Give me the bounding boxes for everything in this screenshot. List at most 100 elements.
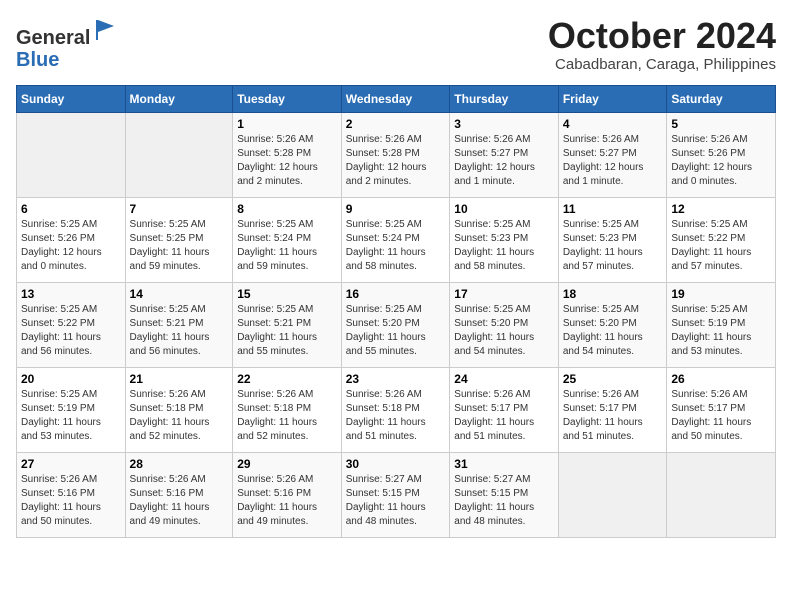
day-number: 6 [21, 202, 121, 216]
day-number: 18 [563, 287, 663, 301]
weekday-header-wednesday: Wednesday [341, 85, 450, 112]
calendar-week-row: 27 Sunrise: 5:26 AM Sunset: 5:16 PM Dayli… [17, 452, 776, 537]
day-number: 11 [563, 202, 663, 216]
day-info: Sunrise: 5:25 AM Sunset: 5:24 PM Dayligh… [237, 218, 337, 274]
day-info: Sunrise: 5:26 AM Sunset: 5:17 PM Dayligh… [563, 388, 663, 444]
day-number: 27 [21, 457, 121, 471]
day-info: Sunrise: 5:25 AM Sunset: 5:19 PM Dayligh… [21, 388, 121, 444]
calendar-cell: 31 Sunrise: 5:27 AM Sunset: 5:15 PM Dayli… [450, 452, 559, 537]
calendar-table: SundayMondayTuesdayWednesdayThursdayFrid… [16, 85, 776, 538]
day-number: 12 [671, 202, 771, 216]
day-info: Sunrise: 5:26 AM Sunset: 5:28 PM Dayligh… [346, 133, 446, 189]
calendar-cell: 29Sunrise: 5:26 AM Sunset: 5:16 PM Dayli… [233, 452, 342, 537]
day-number: 28 [130, 457, 229, 471]
day-info: Sunrise: 5:27 AM Sunset: 5:15 PM Dayligh… [454, 473, 554, 529]
calendar-cell: 17 Sunrise: 5:25 AM Sunset: 5:20 PM Dayli… [450, 282, 559, 367]
calendar-cell: 19 Sunrise: 5:25 AM Sunset: 5:19 PM Dayli… [667, 282, 776, 367]
day-number: 17 [454, 287, 554, 301]
day-info: Sunrise: 5:25 AM Sunset: 5:19 PM Dayligh… [671, 303, 771, 359]
day-number: 25 [563, 372, 663, 386]
day-info: Sunrise: 5:27 AM Sunset: 5:15 PM Dayligh… [346, 473, 446, 529]
day-number: 24 [454, 372, 554, 386]
calendar-cell: 24 Sunrise: 5:26 AM Sunset: 5:17 PM Dayli… [450, 367, 559, 452]
calendar-week-row: 13Sunrise: 5:25 AM Sunset: 5:22 PM Dayli… [17, 282, 776, 367]
day-info: Sunrise: 5:26 AM Sunset: 5:27 PM Dayligh… [454, 133, 554, 189]
day-number: 7 [130, 202, 229, 216]
calendar-cell: 7 Sunrise: 5:25 AM Sunset: 5:25 PM Daylig… [125, 197, 233, 282]
day-info: Sunrise: 5:25 AM Sunset: 5:24 PM Dayligh… [346, 218, 446, 274]
calendar-cell: 26 Sunrise: 5:26 AM Sunset: 5:17 PM Dayli… [667, 367, 776, 452]
logo: General Blue [16, 16, 120, 71]
calendar-cell [667, 452, 776, 537]
day-number: 16 [346, 287, 446, 301]
day-number: 19 [671, 287, 771, 301]
weekday-header-friday: Friday [558, 85, 667, 112]
weekday-header-monday: Monday [125, 85, 233, 112]
weekday-header-thursday: Thursday [450, 85, 559, 112]
weekday-header-sunday: Sunday [17, 85, 126, 112]
day-number: 5 [671, 117, 771, 131]
calendar-cell: 15 Sunrise: 5:25 AM Sunset: 5:21 PM Dayli… [233, 282, 342, 367]
day-info: Sunrise: 5:25 AM Sunset: 5:20 PM Dayligh… [563, 303, 663, 359]
calendar-cell: 5Sunrise: 5:26 AM Sunset: 5:26 PM Daylig… [667, 112, 776, 197]
day-number: 26 [671, 372, 771, 386]
day-number: 22 [237, 372, 337, 386]
day-number: 30 [346, 457, 446, 471]
calendar-cell: 1Sunrise: 5:26 AM Sunset: 5:28 PM Daylig… [233, 112, 342, 197]
calendar-cell: 16 Sunrise: 5:25 AM Sunset: 5:20 PM Dayli… [341, 282, 450, 367]
day-info: Sunrise: 5:25 AM Sunset: 5:23 PM Dayligh… [563, 218, 663, 274]
weekday-header-row: SundayMondayTuesdayWednesdayThursdayFrid… [17, 85, 776, 112]
calendar-cell: 8 Sunrise: 5:25 AM Sunset: 5:24 PM Daylig… [233, 197, 342, 282]
day-info: Sunrise: 5:25 AM Sunset: 5:23 PM Dayligh… [454, 218, 554, 274]
calendar-cell: 6Sunrise: 5:25 AM Sunset: 5:26 PM Daylig… [17, 197, 126, 282]
day-number: 31 [454, 457, 554, 471]
day-number: 21 [130, 372, 229, 386]
calendar-cell: 3 Sunrise: 5:26 AM Sunset: 5:27 PM Daylig… [450, 112, 559, 197]
logo-general-text: General [16, 27, 90, 49]
day-info: Sunrise: 5:26 AM Sunset: 5:17 PM Dayligh… [671, 388, 771, 444]
day-number: 8 [237, 202, 337, 216]
day-number: 10 [454, 202, 554, 216]
weekday-header-tuesday: Tuesday [233, 85, 342, 112]
calendar-cell: 18 Sunrise: 5:25 AM Sunset: 5:20 PM Dayli… [558, 282, 667, 367]
calendar-cell: 30 Sunrise: 5:27 AM Sunset: 5:15 PM Dayli… [341, 452, 450, 537]
day-info: Sunrise: 5:25 AM Sunset: 5:21 PM Dayligh… [237, 303, 337, 359]
logo-flag-icon [92, 16, 120, 44]
calendar-week-row: 20Sunrise: 5:25 AM Sunset: 5:19 PM Dayli… [17, 367, 776, 452]
calendar-cell: 14Sunrise: 5:25 AM Sunset: 5:21 PM Dayli… [125, 282, 233, 367]
calendar-cell: 28 Sunrise: 5:26 AM Sunset: 5:16 PM Dayli… [125, 452, 233, 537]
day-info: Sunrise: 5:25 AM Sunset: 5:25 PM Dayligh… [130, 218, 229, 274]
calendar-cell: 27Sunrise: 5:26 AM Sunset: 5:16 PM Dayli… [17, 452, 126, 537]
weekday-header-saturday: Saturday [667, 85, 776, 112]
day-info: Sunrise: 5:25 AM Sunset: 5:20 PM Dayligh… [346, 303, 446, 359]
calendar-cell: 23Sunrise: 5:26 AM Sunset: 5:18 PM Dayli… [341, 367, 450, 452]
calendar-week-row: 1Sunrise: 5:26 AM Sunset: 5:28 PM Daylig… [17, 112, 776, 197]
calendar-cell [125, 112, 233, 197]
day-number: 9 [346, 202, 446, 216]
calendar-cell [17, 112, 126, 197]
logo-blue-text: Blue [16, 49, 59, 71]
day-number: 3 [454, 117, 554, 131]
day-info: Sunrise: 5:26 AM Sunset: 5:17 PM Dayligh… [454, 388, 554, 444]
location: Cabadbaran, Caraga, Philippines [548, 56, 776, 73]
day-info: Sunrise: 5:25 AM Sunset: 5:21 PM Dayligh… [130, 303, 229, 359]
day-number: 29 [237, 457, 337, 471]
calendar-cell: 13Sunrise: 5:25 AM Sunset: 5:22 PM Dayli… [17, 282, 126, 367]
calendar-week-row: 6Sunrise: 5:25 AM Sunset: 5:26 PM Daylig… [17, 197, 776, 282]
calendar-cell: 25 Sunrise: 5:26 AM Sunset: 5:17 PM Dayli… [558, 367, 667, 452]
day-number: 15 [237, 287, 337, 301]
day-number: 2 [346, 117, 446, 131]
calendar-cell: 4 Sunrise: 5:26 AM Sunset: 5:27 PM Daylig… [558, 112, 667, 197]
day-number: 4 [563, 117, 663, 131]
day-info: Sunrise: 5:25 AM Sunset: 5:20 PM Dayligh… [454, 303, 554, 359]
day-info: Sunrise: 5:26 AM Sunset: 5:28 PM Dayligh… [237, 133, 337, 189]
day-info: Sunrise: 5:26 AM Sunset: 5:18 PM Dayligh… [346, 388, 446, 444]
day-info: Sunrise: 5:25 AM Sunset: 5:22 PM Dayligh… [21, 303, 121, 359]
day-info: Sunrise: 5:26 AM Sunset: 5:27 PM Dayligh… [563, 133, 663, 189]
month-title: October 2024 [548, 16, 776, 56]
day-info: Sunrise: 5:26 AM Sunset: 5:16 PM Dayligh… [130, 473, 229, 529]
calendar-cell: 20Sunrise: 5:25 AM Sunset: 5:19 PM Dayli… [17, 367, 126, 452]
calendar-cell: 10 Sunrise: 5:25 AM Sunset: 5:23 PM Dayli… [450, 197, 559, 282]
calendar-cell: 9 Sunrise: 5:25 AM Sunset: 5:24 PM Daylig… [341, 197, 450, 282]
day-info: Sunrise: 5:26 AM Sunset: 5:18 PM Dayligh… [237, 388, 337, 444]
